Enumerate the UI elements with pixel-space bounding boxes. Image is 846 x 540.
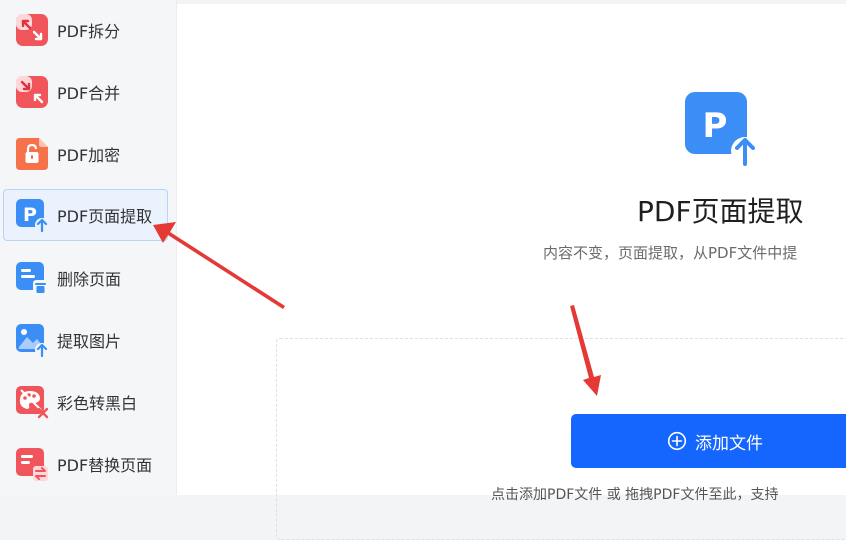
page-extract-icon: P <box>685 92 759 166</box>
svg-text:P: P <box>703 106 728 146</box>
drop-hint-text: 点击添加PDF文件 或 拖拽PDF文件至此，支持 <box>491 487 779 503</box>
svg-text:P: P <box>23 204 37 226</box>
sidebar-item-color-to-bw[interactable]: 彩色转黑白 <box>3 376 168 428</box>
color-to-bw-icon <box>16 386 49 419</box>
extract-image-icon <box>16 324 49 357</box>
sidebar-item-label: PDF页面提取 <box>57 207 153 226</box>
sidebar-item-pdf-encrypt[interactable]: PDF加密 <box>3 128 168 180</box>
sidebar-item-label: 删除页面 <box>57 270 122 289</box>
sidebar-item-label: 彩色转黑白 <box>57 394 138 413</box>
sidebar: PDF拆分 PDF合并 PDF加密 P PDF页面提取 删除页面 提取图片 彩色… <box>0 0 177 495</box>
delete-page-icon <box>16 262 48 295</box>
sidebar-item-pdf-page-extract[interactable]: P PDF页面提取 <box>3 189 168 241</box>
split-icon <box>16 14 48 46</box>
plus-circle-icon <box>667 431 687 451</box>
sidebar-item-delete-page[interactable]: 删除页面 <box>3 252 168 304</box>
sidebar-item-label: 提取图片 <box>57 332 122 351</box>
sidebar-item-label: PDF拆分 <box>57 22 121 41</box>
sidebar-item-label: PDF合并 <box>57 84 121 103</box>
merge-icon <box>16 76 48 108</box>
sidebar-item-label: PDF替换页面 <box>57 456 153 475</box>
sidebar-item-pdf-split[interactable]: PDF拆分 <box>3 4 168 56</box>
sidebar-item-extract-image[interactable]: 提取图片 <box>3 314 168 366</box>
sidebar-item-pdf-replace-page[interactable]: PDF替换页面 <box>3 438 168 490</box>
page-extract-icon: P <box>16 199 49 232</box>
page-subtitle: 内容不变，页面提取，从PDF文件中提 <box>543 244 798 262</box>
main-panel: P PDF页面提取 内容不变，页面提取，从PDF文件中提 添加文件 点击添加PD… <box>177 4 846 540</box>
lock-icon <box>16 138 48 170</box>
add-file-button[interactable]: 添加文件 <box>571 414 846 468</box>
sidebar-item-pdf-merge[interactable]: PDF合并 <box>3 66 168 118</box>
sidebar-item-label: PDF加密 <box>57 146 121 165</box>
page-title: PDF页面提取 <box>637 195 804 228</box>
add-file-button-label: 添加文件 <box>695 433 763 454</box>
replace-page-icon <box>16 448 48 481</box>
